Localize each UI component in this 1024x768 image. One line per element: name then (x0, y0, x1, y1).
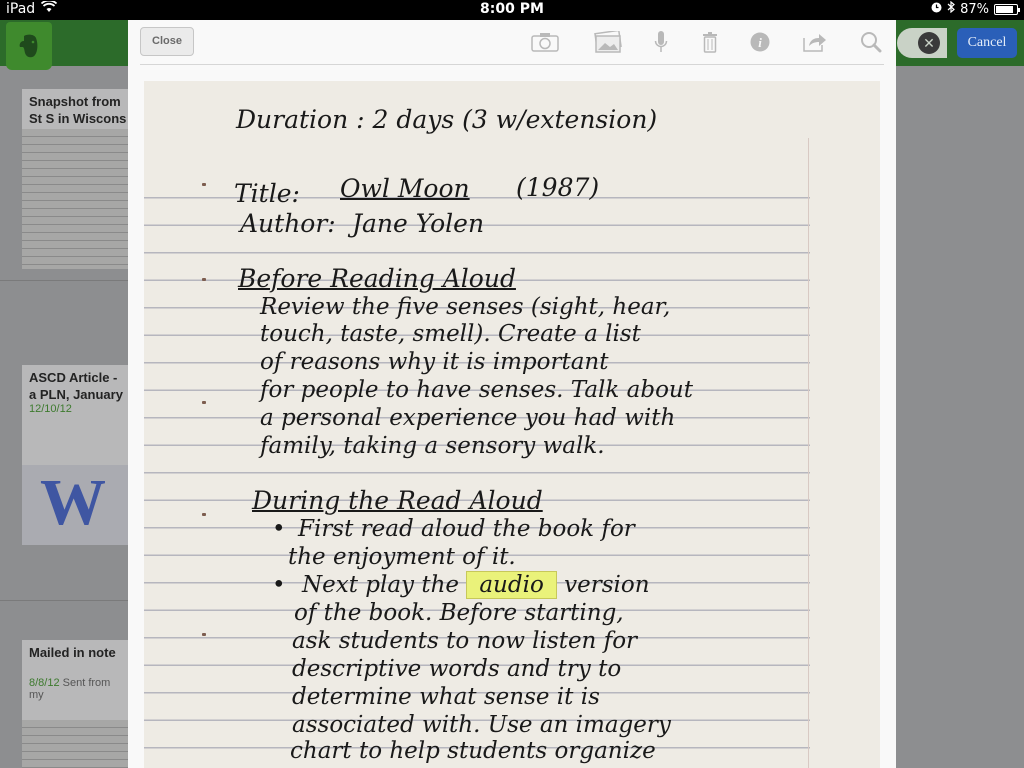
search-icon[interactable] (856, 30, 886, 54)
margin-line (808, 138, 809, 768)
thumbnail-letter: W (40, 466, 106, 539)
before-line: of reasons why it is important (260, 349, 609, 375)
highlighted-word: audio (466, 571, 557, 599)
note-thumbnail: W (22, 465, 128, 545)
bullet-line: descriptive words and try to (292, 656, 622, 682)
info-icon[interactable]: i (745, 30, 775, 54)
binding-hole (202, 278, 206, 281)
image-viewer-modal: Close i Duration : 2 days (3 w/extension… (128, 20, 896, 768)
before-line: Review the five senses (sight, hear, (260, 294, 671, 320)
photos-icon[interactable] (593, 30, 623, 54)
bullet-line: chart to help students organize (290, 738, 656, 764)
note-title: Snapshot from St S in Wiscons (29, 94, 127, 126)
binding-hole (202, 401, 206, 404)
status-bar: iPad 8:00 PM 87% (0, 0, 1024, 20)
note-card[interactable]: ASCD Article - a PLN, January 12/10/12 W (22, 365, 128, 545)
note-thumbnail (22, 720, 128, 768)
cancel-button[interactable]: Cancel (957, 28, 1017, 58)
share-icon[interactable] (800, 30, 830, 54)
list-divider (0, 600, 128, 601)
trash-icon[interactable] (695, 30, 725, 54)
bullet-line: ask students to now listen for (292, 628, 638, 654)
battery-fill (996, 5, 1013, 13)
note-thumbnail (22, 129, 128, 269)
notebook-page-image: Duration : 2 days (3 w/extension) Title:… (144, 81, 880, 768)
title-label: Title: (234, 179, 300, 208)
bullet-line: Next play the audio version (302, 571, 650, 599)
bullet-mark: • (272, 572, 286, 598)
before-line: family, taking a sensory walk. (260, 433, 605, 459)
before-line: a personal experience you had with (260, 405, 676, 431)
bullet-line: First read aloud the book for (298, 516, 635, 542)
book-title: Owl Moon (340, 174, 470, 203)
author-name: Jane Yolen (352, 209, 485, 238)
note-title: ASCD Article - a PLN, January (29, 370, 123, 402)
toolbar-divider (140, 64, 884, 65)
note-card[interactable]: Snapshot from St S in Wiscons (22, 89, 128, 269)
clock: 8:00 PM (480, 1, 544, 17)
note-card[interactable]: Mailed in note 8/8/12 Sent from my (22, 640, 128, 768)
note-date: 8/8/12 (29, 677, 60, 689)
binding-hole (202, 633, 206, 636)
during-heading: During the Read Aloud (252, 486, 543, 515)
microphone-icon[interactable] (646, 30, 676, 54)
binding-hole (202, 513, 206, 516)
bullet-text: Next play the (302, 572, 460, 598)
bullet-line: associated with. Use an imagery (292, 712, 671, 738)
before-heading: Before Reading Aloud (238, 264, 516, 293)
note-title: Mailed in note (29, 645, 116, 660)
battery-percent: 87% (960, 1, 989, 17)
author-label: Author: (240, 209, 336, 238)
bullet-line: determine what sense it is (292, 684, 600, 710)
book-year: (1987) (516, 173, 600, 202)
svg-text:i: i (758, 35, 762, 50)
list-divider (0, 280, 128, 281)
bullet-line: of the book. Before starting, (294, 600, 624, 626)
bullet-mark: • (272, 516, 286, 542)
camera-icon[interactable] (530, 30, 560, 54)
bullet-line: the enjoyment of it. (288, 544, 516, 570)
duration-line: Duration : 2 days (3 w/extension) (236, 105, 658, 134)
note-date: 12/10/12 (29, 403, 72, 415)
before-line: touch, taste, smell). Create a list (260, 321, 641, 347)
bluetooth-icon (947, 0, 956, 17)
alarm-icon (931, 2, 942, 17)
close-button[interactable]: Close (140, 27, 194, 56)
battery-icon (994, 3, 1020, 15)
before-line: for people to have senses. Talk about (260, 377, 693, 403)
clear-search-icon[interactable]: ✕ (918, 32, 940, 54)
bullet-text: version (564, 572, 650, 598)
binding-hole (202, 183, 206, 186)
evernote-elephant-icon[interactable] (6, 22, 52, 70)
